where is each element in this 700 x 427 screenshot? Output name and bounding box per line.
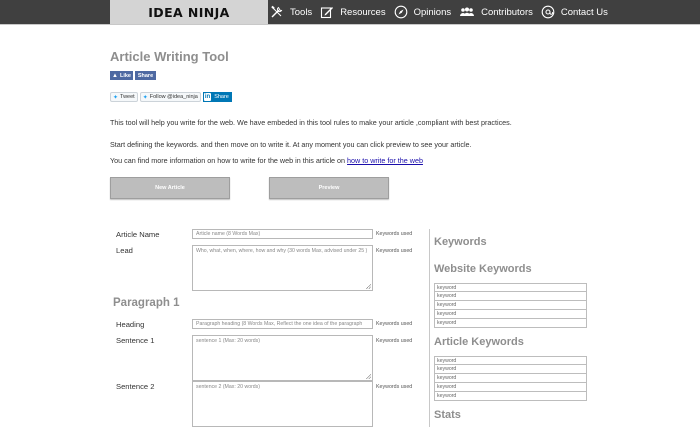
keywords-used-label: Keywords used: [376, 338, 413, 344]
nav-menu: Tools Resources Opinions Contributors Co…: [270, 0, 616, 24]
write-for-web-link[interactable]: how to write for the web: [347, 156, 423, 165]
lead-placeholder: Who, what, when, where, how and why (30 …: [196, 248, 368, 254]
keyword-input[interactable]: keyword: [434, 301, 587, 310]
tools-icon: [271, 5, 283, 18]
intro-paragraph-1: This tool will help you write for the we…: [110, 118, 512, 127]
nav-item-label: Resources: [340, 6, 386, 18]
at-icon: [541, 5, 555, 19]
website-keywords-heading: Website Keywords: [434, 263, 532, 275]
keywords-used-label: Keywords used: [376, 231, 413, 237]
linkedin-share-button[interactable]: in Share: [202, 92, 232, 102]
top-navigation: IDEA NINJA Tools Resources Opinions Cont…: [0, 0, 700, 24]
edit-icon: [321, 7, 334, 19]
new-article-button[interactable]: New Article: [110, 177, 230, 199]
facebook-thumb-icon: ▲: [112, 72, 118, 79]
sentence-2-textarea[interactable]: sentence 2 (Max: 20 words): [192, 381, 373, 427]
resize-handle[interactable]: [366, 284, 371, 289]
stats-heading: Stats: [434, 409, 461, 421]
resize-handle[interactable]: [366, 374, 371, 379]
twitter-bird-icon: ✦: [142, 94, 148, 101]
tweet-button[interactable]: ✦ Tweet: [110, 92, 138, 102]
keyword-input[interactable]: keyword: [434, 310, 587, 319]
logo-text: IDEA NINJA: [148, 4, 230, 20]
sidebar-divider: [429, 229, 430, 427]
sentence-1-textarea[interactable]: sentence 1 (Max: 20 words): [192, 335, 373, 381]
keyword-input[interactable]: keyword: [434, 392, 587, 401]
keyword-input[interactable]: keyword: [434, 356, 587, 365]
nav-item-label: Contact Us: [560, 6, 608, 18]
facebook-share-button[interactable]: Share: [135, 71, 156, 80]
keywords-used-label: Keywords used: [376, 384, 413, 390]
intro-paragraph-3: You can find more information on how to …: [110, 156, 423, 165]
keyword-input[interactable]: keyword: [434, 365, 587, 374]
tweet-label: Tweet: [120, 94, 135, 100]
facebook-like-button[interactable]: ▲ Like: [110, 71, 133, 80]
logo[interactable]: IDEA NINJA: [110, 0, 268, 24]
facebook-buttons: ▲ Like Share: [110, 71, 156, 80]
keyword-input[interactable]: keyword: [434, 292, 587, 301]
linkedin-share-label: Share: [214, 94, 229, 100]
follow-label: Follow @idea_ninja: [149, 94, 198, 100]
people-icon: [460, 7, 475, 16]
article-name-label: Article Name: [116, 230, 160, 239]
nav-item-contributors[interactable]: Contributors: [459, 5, 533, 19]
sentence-1-label: Sentence 1: [116, 336, 155, 345]
heading-input[interactable]: Paragraph heading (8 Words Max, Reflect …: [192, 319, 373, 329]
nav-item-resources[interactable]: Resources: [320, 5, 386, 19]
keywords-heading: Keywords: [434, 236, 487, 248]
keywords-used-label: Keywords used: [376, 248, 413, 254]
nav-item-opinions[interactable]: Opinions: [394, 5, 452, 19]
article-name-input[interactable]: Article name (8 Words Max): [192, 229, 373, 239]
sentence-2-label: Sentence 2: [116, 382, 155, 391]
intro-paragraph-3-text: You can find more information on how to …: [110, 156, 348, 165]
lead-textarea[interactable]: Who, what, when, where, how and why (30 …: [192, 245, 373, 291]
preview-button[interactable]: Preview: [269, 177, 389, 199]
sentence-2-placeholder: sentence 2 (Max: 20 words): [196, 384, 261, 390]
twitter-bird-icon: ✦: [113, 94, 119, 101]
intro-paragraph-2: Start defining the keywords. and then mo…: [110, 140, 472, 149]
sentence-1-placeholder: sentence 1 (Max: 20 words): [196, 338, 261, 344]
facebook-like-label: Like: [119, 72, 131, 79]
keyword-input[interactable]: keyword: [434, 283, 587, 292]
keyword-input[interactable]: keyword: [434, 374, 587, 383]
nav-item-contact-us[interactable]: Contact Us: [541, 5, 608, 19]
article-keywords-list: keyword keyword keyword keyword keyword: [434, 356, 587, 401]
page: IDEA NINJA Tools Resources Opinions Cont…: [0, 0, 700, 427]
nav-item-tools[interactable]: Tools: [270, 5, 312, 19]
linkedin-icon: in: [203, 93, 212, 101]
compass-icon: [394, 5, 407, 19]
twitter-follow-button[interactable]: ✦ Follow @idea_ninja: [139, 92, 201, 102]
keyword-input[interactable]: keyword: [434, 319, 587, 328]
article-keywords-heading: Article Keywords: [434, 336, 524, 348]
nav-item-label: Contributors: [481, 6, 533, 18]
nav-item-label: Tools: [290, 6, 313, 18]
page-title: Article Writing Tool: [110, 49, 229, 64]
social-buttons: ✦ Tweet ✦ Follow @idea_ninja in Share: [110, 92, 232, 102]
heading-label: Heading: [116, 320, 145, 329]
keyword-input[interactable]: keyword: [434, 383, 587, 392]
paragraph-heading: Paragraph 1: [113, 297, 180, 309]
nav-item-label: Opinions: [413, 6, 452, 18]
website-keywords-list: keyword keyword keyword keyword keyword: [434, 283, 587, 328]
keywords-used-label: Keywords used: [376, 321, 413, 327]
lead-label: Lead: [116, 246, 133, 255]
